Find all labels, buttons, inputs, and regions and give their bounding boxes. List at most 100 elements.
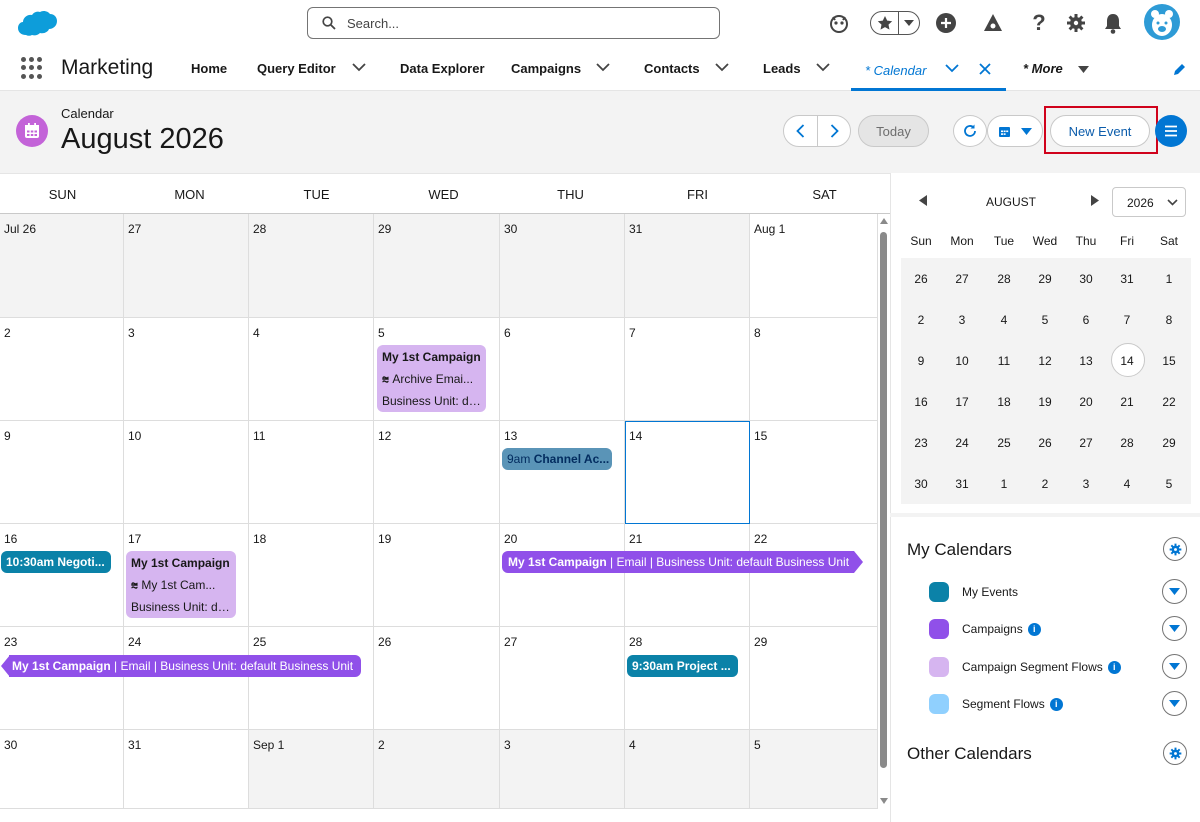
day-cell[interactable]: 25 <box>249 627 374 730</box>
day-cell[interactable]: Aug 1 <box>750 214 878 318</box>
chevron-down-icon[interactable] <box>352 63 366 72</box>
day-cell[interactable]: 3 <box>500 730 625 809</box>
mini-day[interactable]: 29 <box>1025 272 1065 286</box>
nav-more[interactable]: * More <box>1023 61 1063 76</box>
mini-day[interactable]: 2 <box>901 313 941 327</box>
day-cell[interactable]: 26 <box>374 627 500 730</box>
app-launcher-icon[interactable] <box>21 57 43 79</box>
nav-item-query-editor[interactable]: Query Editor <box>257 61 336 76</box>
setup-gear-icon[interactable] <box>1063 10 1089 36</box>
chevron-down-icon[interactable] <box>945 64 959 73</box>
mini-day[interactable]: 26 <box>1025 436 1065 450</box>
nav-item-contacts[interactable]: Contacts <box>644 61 700 76</box>
mini-day[interactable]: 30 <box>901 477 941 491</box>
mini-day[interactable]: 11 <box>984 354 1024 368</box>
event-campaign-bar-aug20[interactable]: My 1st Campaign | Email | Business Unit:… <box>502 551 854 573</box>
mini-day[interactable]: 29 <box>1149 436 1189 450</box>
info-icon[interactable]: i <box>1049 698 1063 712</box>
mini-day[interactable]: 27 <box>942 272 982 286</box>
nav-item-home[interactable]: Home <box>191 61 227 76</box>
trailhead-icon[interactable] <box>980 10 1006 36</box>
mini-day[interactable]: 3 <box>942 313 982 327</box>
mini-day[interactable]: 28 <box>1107 436 1147 450</box>
tab-calendar[interactable]: * Calendar <box>851 46 1006 91</box>
mini-day[interactable]: 28 <box>984 272 1024 286</box>
salesforce-logo-icon[interactable] <box>16 9 60 39</box>
day-cell[interactable]: 6 <box>500 318 625 421</box>
my-calendars-settings-button[interactable] <box>1163 537 1187 561</box>
day-cell[interactable]: 30 <box>500 214 625 318</box>
day-cell[interactable]: Jul 26 <box>0 214 124 318</box>
calendar-color-swatch[interactable] <box>929 657 949 677</box>
event-aug13[interactable]: 9am Channel Ac... <box>502 448 612 470</box>
calendar-options-button[interactable] <box>1162 579 1187 604</box>
info-icon[interactable]: i <box>1027 623 1041 637</box>
calendar-list-menu-button[interactable] <box>1155 115 1187 147</box>
day-cell[interactable]: 8 <box>750 318 878 421</box>
day-cell[interactable]: 29 <box>750 627 878 730</box>
event-campaign-aug17[interactable]: My 1st Campaign ⩬ My 1st Cam... Business… <box>126 551 236 618</box>
mini-day[interactable]: 22 <box>1149 395 1189 409</box>
mini-day[interactable]: 21 <box>1107 395 1147 409</box>
scrollbar-thumb[interactable] <box>880 232 887 768</box>
mini-day[interactable]: 24 <box>942 436 982 450</box>
mini-day[interactable]: 15 <box>1149 354 1189 368</box>
refresh-button[interactable] <box>953 115 987 147</box>
other-calendars-settings-button[interactable] <box>1163 741 1187 765</box>
mini-day[interactable]: 31 <box>1107 272 1147 286</box>
day-cell[interactable]: 11 <box>249 421 374 524</box>
day-cell[interactable]: 27 <box>500 627 625 730</box>
day-cell[interactable]: 12 <box>374 421 500 524</box>
day-cell[interactable]: 10 <box>124 421 249 524</box>
notifications-bell-icon[interactable] <box>1100 10 1126 36</box>
mini-day[interactable]: 23 <box>901 436 941 450</box>
mini-day[interactable]: 18 <box>984 395 1024 409</box>
mini-day[interactable]: 19 <box>1025 395 1065 409</box>
scroll-up-icon[interactable] <box>880 218 888 224</box>
day-cell[interactable]: 13 <box>500 421 625 524</box>
mini-day[interactable]: 13 <box>1066 354 1106 368</box>
help-icon[interactable]: ? <box>1027 10 1051 36</box>
mini-day[interactable]: 12 <box>1025 354 1065 368</box>
nav-item-campaigns[interactable]: Campaigns <box>511 61 581 76</box>
day-cell[interactable]: 21 <box>625 524 750 627</box>
mini-day[interactable]: 20 <box>1066 395 1106 409</box>
mini-day[interactable]: 26 <box>901 272 941 286</box>
previous-month-button[interactable] <box>783 115 818 147</box>
day-cell[interactable]: 24 <box>124 627 249 730</box>
calendar-view-button[interactable] <box>987 115 1043 147</box>
today-button[interactable]: Today <box>858 115 929 147</box>
day-cell[interactable]: 27 <box>124 214 249 318</box>
mini-day[interactable]: 4 <box>1107 477 1147 491</box>
day-cell[interactable]: 4 <box>625 730 750 809</box>
close-tab-icon[interactable] <box>979 63 991 75</box>
day-cell[interactable]: 28 <box>625 627 750 730</box>
day-cell[interactable]: 31 <box>625 214 750 318</box>
day-cell[interactable]: 15 <box>750 421 878 524</box>
event-campaign-aug5[interactable]: My 1st Campaign ⩬ Archive Emai... Busine… <box>377 345 486 412</box>
mini-day[interactable]: 3 <box>1066 477 1106 491</box>
mini-day[interactable]: 8 <box>1149 313 1189 327</box>
calendar-options-button[interactable] <box>1162 654 1187 679</box>
calendar-list-item[interactable]: Segment Flows i <box>929 692 1149 716</box>
user-avatar[interactable] <box>1144 4 1180 40</box>
nav-item-leads[interactable]: Leads <box>763 61 801 76</box>
caret-down-icon[interactable] <box>1078 66 1089 73</box>
mini-day[interactable]: 16 <box>901 395 941 409</box>
mini-day[interactable]: 10 <box>942 354 982 368</box>
day-cell[interactable]: 7 <box>625 318 750 421</box>
calendar-list-item[interactable]: Campaign Segment Flows i <box>929 655 1149 679</box>
mini-day[interactable]: 1 <box>984 477 1024 491</box>
calendar-list-item[interactable]: My Events <box>929 580 1149 604</box>
mini-day[interactable]: 17 <box>942 395 982 409</box>
chevron-down-icon[interactable] <box>816 63 830 72</box>
calendar-list-item[interactable]: Campaigns i <box>929 617 1149 641</box>
day-cell[interactable]: 9 <box>0 421 124 524</box>
day-cell[interactable]: 2 <box>374 730 500 809</box>
edit-pencil-icon[interactable] <box>1172 62 1187 77</box>
mini-day[interactable]: 31 <box>942 477 982 491</box>
mini-day[interactable]: 5 <box>1025 313 1065 327</box>
day-cell[interactable]: Sep 1 <box>249 730 374 809</box>
nav-item-data-explorer[interactable]: Data Explorer <box>400 61 485 76</box>
agent-icon[interactable] <box>826 10 852 36</box>
